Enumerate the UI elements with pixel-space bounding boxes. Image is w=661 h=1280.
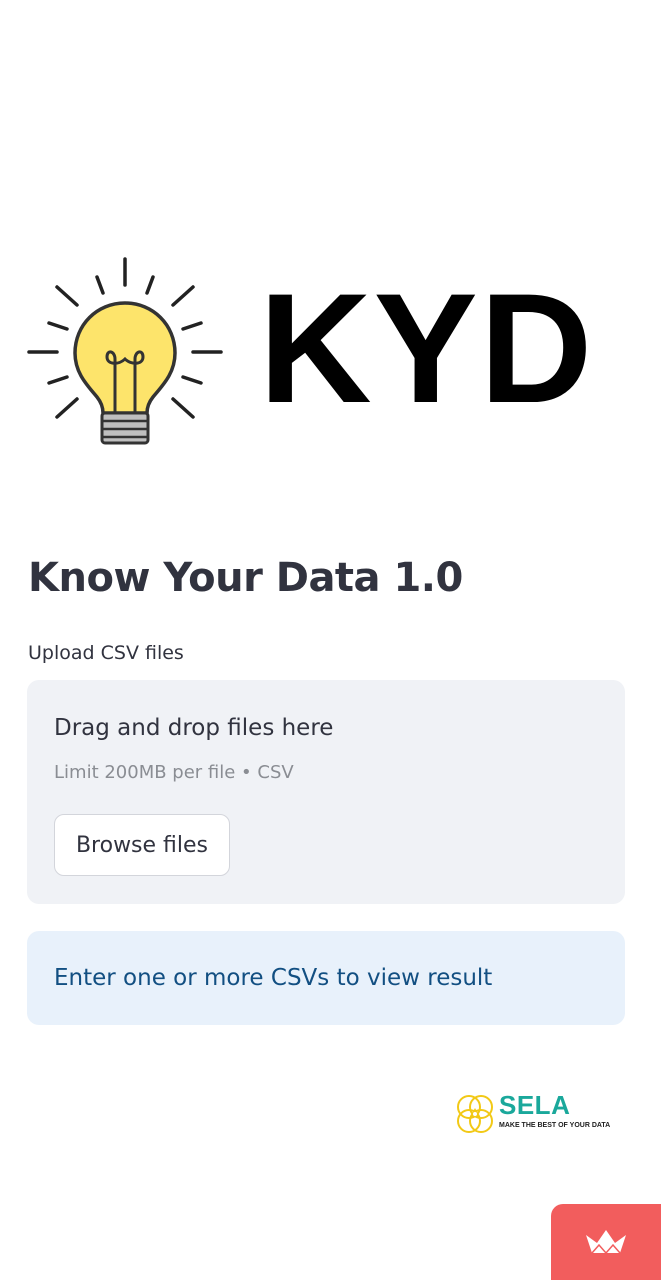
page-title: Know Your Data 1.0 <box>28 555 463 601</box>
app-logo-text: KYD <box>259 262 595 436</box>
sela-name: SELA <box>499 1090 571 1120</box>
sela-logo: SELA MAKE THE BEST OF YOUR DATA <box>452 1090 610 1140</box>
info-alert-text: Enter one or more CSVs to view result <box>54 965 493 991</box>
dropzone-instructions: Drag and drop files here <box>54 715 334 741</box>
file-dropzone[interactable]: Drag and drop files here Limit 200MB per… <box>27 680 625 904</box>
info-alert: Enter one or more CSVs to view result <box>27 931 625 1025</box>
crown-icon <box>586 1230 626 1255</box>
dropzone-limit-text: Limit 200MB per file • CSV <box>54 762 294 783</box>
light-bulb-icon <box>27 257 223 445</box>
sela-circles-icon <box>457 1095 493 1133</box>
browse-files-button[interactable]: Browse files <box>54 814 230 876</box>
upload-label: Upload CSV files <box>28 642 184 664</box>
sela-tagline: MAKE THE BEST OF YOUR DATA <box>499 1122 611 1129</box>
app-logo: KYD <box>27 255 592 450</box>
hosted-badge[interactable] <box>551 1204 661 1280</box>
